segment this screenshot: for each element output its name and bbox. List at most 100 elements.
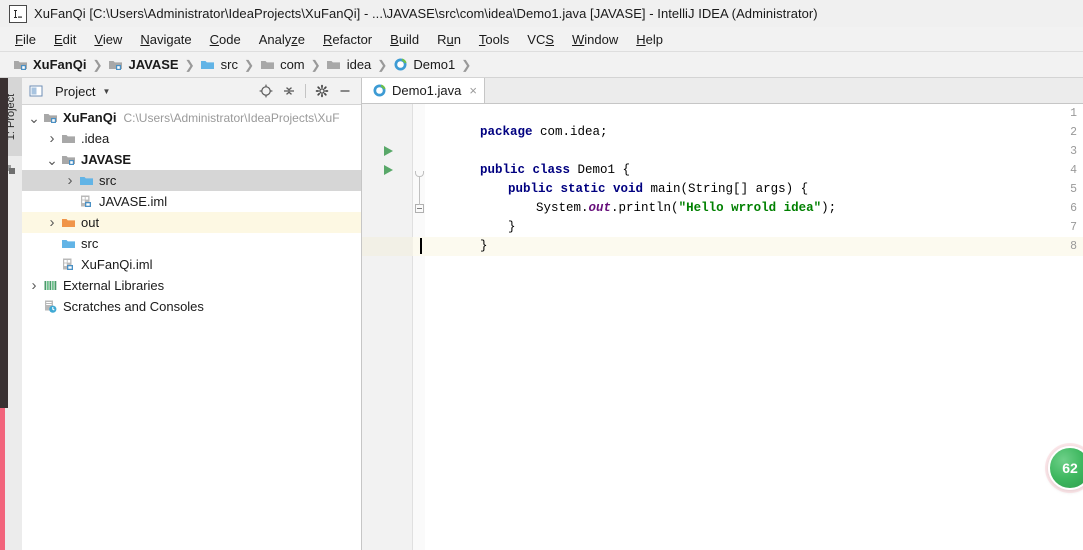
package-folder-icon	[326, 57, 342, 73]
code-line-4: public static void main(String[] args) {	[448, 161, 808, 196]
code-editor[interactable]: 1 2 3 4 5 6 7 8 package com.idea; public class …	[362, 104, 1083, 550]
chevron-down-icon[interactable]: ⌄	[26, 111, 42, 125]
locate-target-icon[interactable]	[256, 81, 276, 101]
tree-row-label: XuFanQi	[63, 110, 117, 125]
chevron-right-icon[interactable]: ›	[62, 172, 78, 189]
strip-pink-accent	[0, 408, 5, 550]
tree-row-label: src	[99, 173, 117, 188]
menu-item-view[interactable]: View	[85, 30, 131, 49]
window-title: XuFanQi [C:\Users\Administrator\IdeaProj…	[34, 6, 818, 21]
settings-gear-icon[interactable]	[312, 81, 332, 101]
breadcrumb-item-src[interactable]: src	[200, 57, 238, 73]
project-view-icon	[28, 83, 44, 99]
menu-item-label: Window	[572, 31, 619, 47]
tree-row-label: out	[81, 215, 100, 230]
tree-row-path: C:\Users\Administrator\IdeaProjects\XuF	[123, 110, 340, 125]
menu-item-tools[interactable]: Tools	[470, 30, 518, 49]
run-gutter-icon[interactable]	[384, 165, 393, 175]
breadcrumb-item-label: idea	[346, 57, 372, 72]
menu-item-window[interactable]: Window	[563, 30, 627, 49]
tree-row[interactable]: XuFanQi.iml	[22, 254, 361, 275]
menu-item-label: Run	[437, 31, 461, 47]
tree-row[interactable]: Scratches and Consoles	[22, 296, 361, 317]
menu-item-build[interactable]: Build	[381, 30, 428, 49]
line-number: 3	[1070, 145, 1077, 158]
menu-item-edit[interactable]: Edit	[45, 30, 85, 49]
menu-item-label: Analyze	[258, 31, 305, 47]
breadcrumb-item-label: JAVASE	[128, 57, 179, 72]
breadcrumb-item-com[interactable]: com	[259, 57, 305, 73]
project-panel-title: Project	[55, 83, 96, 99]
iml-file-icon	[78, 194, 94, 210]
toolbar-divider	[305, 84, 306, 98]
breadcrumb-separator: ❯	[244, 57, 255, 72]
chevron-right-icon[interactable]: ›	[26, 277, 42, 294]
code-text: }	[480, 239, 488, 253]
breadcrumb-separator: ❯	[377, 57, 388, 72]
tree-row-label: JAVASE	[81, 152, 132, 167]
tree-row[interactable]: ⌄ JAVASE	[22, 149, 361, 170]
tree-row-label: JAVASE.iml	[99, 194, 168, 209]
menu-item-code[interactable]: Code	[201, 30, 250, 49]
line-number: 2	[1070, 126, 1077, 139]
line-number: 1	[1070, 107, 1077, 120]
close-icon[interactable]: ×	[469, 84, 477, 97]
tree-row[interactable]: › src	[22, 170, 361, 191]
current-line-gutter-highlight	[362, 237, 413, 256]
tree-row-label: XuFanQi.iml	[81, 257, 153, 272]
menu-item-refactor[interactable]: Refactor	[314, 30, 381, 49]
project-tree[interactable]: ⌄ XuFanQi C:\Users\Administrator\IdeaProje…	[22, 105, 361, 550]
tree-row[interactable]: JAVASE.iml	[22, 191, 361, 212]
java-class-icon	[371, 83, 387, 99]
breadcrumb-item-xufanqi[interactable]: XuFanQi	[12, 57, 86, 73]
editor-tab-bar: Demo1.java ×	[362, 78, 1083, 104]
libraries-icon	[42, 278, 58, 294]
module-icon	[42, 110, 58, 126]
tree-row[interactable]: › .idea	[22, 128, 361, 149]
code-static-field: out	[588, 201, 612, 215]
menu-item-label: Edit	[53, 31, 77, 47]
collapse-all-icon[interactable]	[279, 81, 299, 101]
menu-item-help[interactable]: Help	[627, 30, 672, 49]
intellij-idea-window: XuFanQi [C:\Users\Administrator\IdeaProj…	[0, 0, 1083, 550]
breadcrumb-item-label: Demo1	[413, 57, 456, 72]
breadcrumb-item-demo1[interactable]: Demo1	[392, 57, 455, 73]
code-fold-collapse-icon[interactable]	[415, 204, 424, 213]
tree-row[interactable]: src	[22, 233, 361, 254]
editor-tab-label: Demo1.java	[392, 83, 462, 98]
code-line-7: }	[420, 218, 488, 253]
breadcrumb-item-idea[interactable]: idea	[326, 57, 372, 73]
tree-row[interactable]: › out	[22, 212, 361, 233]
chevron-down-icon[interactable]: ▼	[102, 87, 110, 96]
run-gutter-icon[interactable]	[384, 146, 393, 156]
code-line-6: }	[448, 199, 516, 234]
menu-item-run[interactable]: Run	[428, 30, 470, 49]
menu-bar: File Edit View Navigate Code Analyze Refactor B…	[0, 27, 1083, 52]
tree-row[interactable]: › External Libraries	[22, 275, 361, 296]
scratches-icon	[42, 299, 58, 315]
chevron-down-icon[interactable]: ⌄	[44, 153, 60, 167]
menu-item-label: Help	[636, 31, 664, 47]
menu-item-label: File	[15, 31, 36, 47]
chevron-right-icon[interactable]: ›	[44, 214, 60, 231]
tree-row[interactable]: ⌄ XuFanQi C:\Users\Administrator\IdeaProje…	[22, 107, 361, 128]
hide-panel-icon[interactable]	[335, 81, 355, 101]
menu-item-analyze[interactable]: Analyze	[250, 30, 314, 49]
breadcrumb-item-label: src	[220, 57, 239, 72]
code-keyword: package	[480, 125, 533, 139]
code-text: .println(	[611, 201, 679, 215]
breadcrumb-item-label: com	[280, 57, 305, 72]
menu-item-navigate[interactable]: Navigate	[131, 30, 200, 49]
editor-tab-demo1-java[interactable]: Demo1.java ×	[362, 78, 485, 103]
menu-item-file[interactable]: File	[6, 30, 45, 49]
source-folder-icon	[78, 173, 94, 189]
breadcrumb-item-javase[interactable]: JAVASE	[108, 57, 179, 73]
code-line-5: System.out.println("Hello wrrold idea");	[476, 180, 836, 215]
code-text: com.idea;	[532, 125, 608, 139]
code-text: System.	[536, 201, 589, 215]
menu-item-vcs[interactable]: VCS	[518, 30, 563, 49]
chevron-right-icon[interactable]: ›	[44, 130, 60, 147]
title-bar: XuFanQi [C:\Users\Administrator\IdeaProj…	[0, 0, 1083, 28]
tree-row-label: Scratches and Consoles	[63, 299, 204, 314]
line-number: 7	[1070, 221, 1077, 234]
